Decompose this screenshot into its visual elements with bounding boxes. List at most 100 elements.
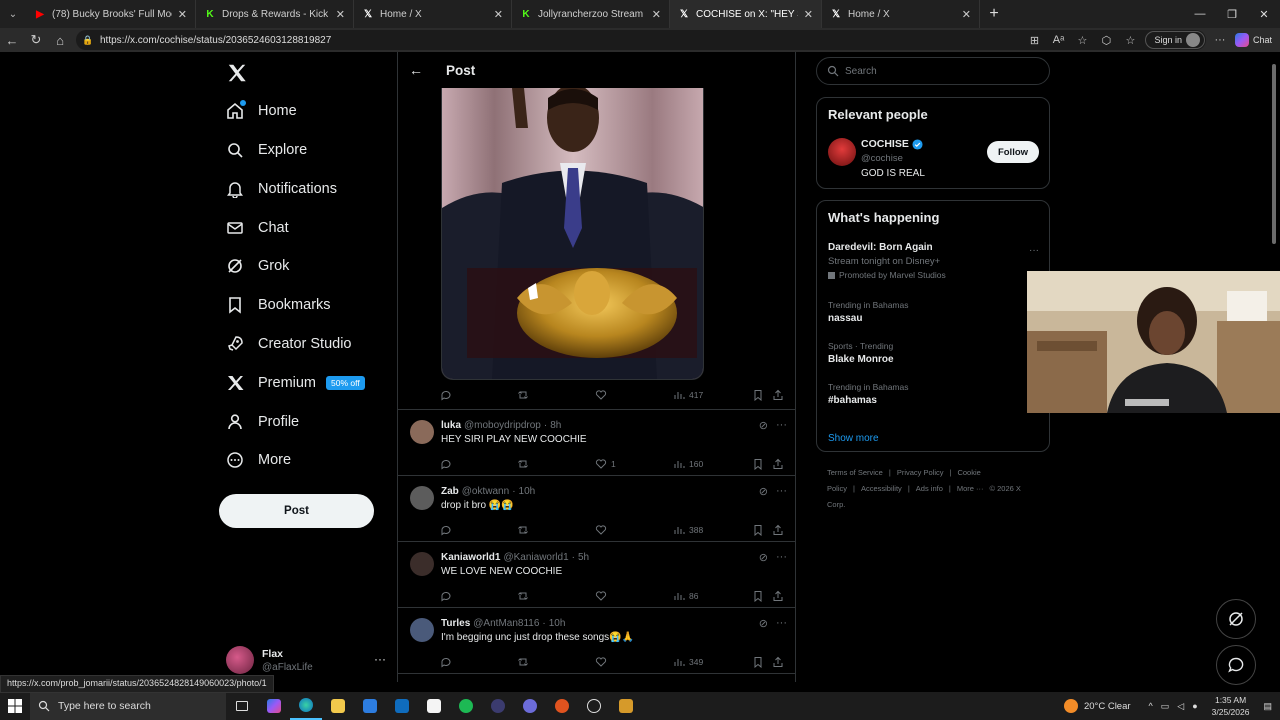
more-dots-icon[interactable]: ··· (776, 617, 787, 630)
footer-link[interactable]: Accessibility (861, 484, 902, 493)
browser-tab[interactable]: K Drops & Rewards - Kick Dashboard ✕ (196, 0, 354, 28)
avatar[interactable] (410, 420, 434, 444)
streaming-app-icon[interactable] (546, 692, 578, 720)
taskbar-search-input[interactable]: Type here to search (30, 692, 226, 720)
person-name[interactable]: COCHISE (861, 138, 923, 150)
grok-icon[interactable]: ⊘ (759, 485, 768, 498)
close-tab-icon[interactable]: ✕ (652, 8, 661, 21)
follow-button[interactable]: Follow (987, 141, 1039, 163)
edge-browser-icon[interactable] (290, 692, 322, 720)
file-explorer-icon[interactable] (322, 692, 354, 720)
nav-item-profile[interactable]: Profile (226, 407, 299, 437)
bookmark-button[interactable] (752, 656, 768, 668)
close-tab-icon[interactable]: ✕ (962, 8, 971, 21)
refresh-icon[interactable]: ↻ (24, 28, 48, 52)
footer-link[interactable]: Ads info (916, 484, 943, 493)
reply-author-name[interactable]: Zab (441, 486, 459, 497)
messages-floating-button[interactable] (1216, 645, 1256, 685)
reply-button[interactable] (440, 458, 456, 470)
like-button[interactable]: 1 (595, 458, 616, 470)
more-dots-icon[interactable]: ··· (776, 419, 787, 432)
more-dots-icon[interactable]: ··· (776, 485, 787, 498)
repost-button[interactable] (517, 524, 533, 536)
network-icon[interactable]: ▭ (1161, 701, 1170, 712)
repost-button[interactable] (517, 590, 533, 602)
post-media-image[interactable] (441, 88, 704, 380)
nav-item-notifications[interactable]: Notifications (226, 174, 337, 204)
share-button[interactable] (772, 458, 788, 470)
reply-author-name[interactable]: Kaniaworld1 (441, 552, 500, 563)
footer-link[interactable]: More ··· (957, 484, 984, 493)
show-more-link[interactable]: Show more (828, 433, 879, 444)
like-icon[interactable] (595, 389, 611, 401)
account-switcher[interactable]: Flax @aFlaxLife ··· (226, 642, 386, 678)
favorites-icon[interactable]: ☆ (1121, 31, 1139, 49)
bookmark-button[interactable] (752, 458, 768, 470)
close-tab-icon[interactable]: ✕ (494, 8, 503, 21)
notifications-icon[interactable]: ▤ (1263, 701, 1272, 712)
avatar[interactable] (410, 552, 434, 576)
discord-icon[interactable] (514, 692, 546, 720)
weather-widget[interactable]: 20°C Clear (1063, 699, 1131, 713)
task-view-icon[interactable] (226, 692, 258, 720)
nav-item-grok[interactable]: Grok (226, 251, 289, 281)
favorite-star-icon[interactable]: ☆ (1073, 31, 1091, 49)
close-tab-icon[interactable]: ✕ (804, 8, 813, 21)
reply-time[interactable]: 8h (550, 420, 561, 431)
reply-button[interactable] (440, 656, 456, 668)
reply-time[interactable]: 5h (578, 552, 589, 563)
views-stat[interactable]: 417 (673, 389, 703, 401)
scrollbar-thumb[interactable] (1272, 64, 1276, 244)
browser-tab[interactable]: 𝕏 COCHISE on X: "HEY SIRI PLAY NE ✕ (670, 0, 822, 28)
bookmark-button[interactable] (752, 590, 768, 602)
grok-floating-button[interactable] (1216, 599, 1256, 639)
share-button[interactable] (772, 590, 788, 602)
trend-item[interactable]: Sports · Trending Blake Monroe (828, 341, 894, 365)
restore-button[interactable]: ❐ (1216, 0, 1248, 28)
footer-link[interactable]: Privacy Policy (897, 468, 944, 477)
store-icon[interactable] (354, 692, 386, 720)
like-button[interactable] (595, 656, 611, 668)
reply-button[interactable] (440, 524, 456, 536)
reply-post[interactable]: luka @moboydripdrop · 8h HEY SIRI PLAY NEW C… (398, 410, 795, 476)
copilot-chat-button[interactable]: Chat (1234, 33, 1272, 47)
browser-tab[interactable]: 𝕏 Home / X ✕ (354, 0, 512, 28)
minimize-button[interactable]: — (1184, 0, 1216, 28)
nav-item-home[interactable]: Home (226, 96, 297, 126)
reply-post[interactable]: Viktor@Viktxr·10h⊘··· (398, 674, 795, 682)
search-input[interactable]: Search (816, 57, 1050, 85)
grok-icon[interactable]: ⊘ (759, 419, 768, 432)
share-button[interactable] (772, 524, 788, 536)
reply-post[interactable]: Turles @AntMan8116 · 10h I'm begging unc jus… (398, 608, 795, 674)
views-stat[interactable]: 86 (673, 590, 698, 602)
browser-tab[interactable]: K Jollyrancherzoo Stream - Watch Li ✕ (512, 0, 670, 28)
nav-item-explore[interactable]: Explore (226, 135, 307, 165)
spotify-icon[interactable] (450, 692, 482, 720)
reply-author-name[interactable]: Turles (441, 618, 470, 629)
back-arrow-icon[interactable]: ← (398, 62, 434, 78)
home-browser-icon[interactable]: ⌂ (48, 28, 72, 52)
reply-button[interactable] (440, 590, 456, 602)
read-aloud-icon[interactable]: Aᵃ (1049, 31, 1067, 49)
reply-author-name[interactable]: luka (441, 420, 461, 431)
grok-icon[interactable]: ⊘ (759, 617, 768, 630)
sign-in-button[interactable]: Sign in (1145, 31, 1205, 49)
reply-post[interactable]: Kaniaworld1 @Kaniaworld1 · 5h WE LOVE NEW CO… (398, 542, 795, 608)
reply-time[interactable]: 10h (549, 618, 566, 629)
nav-item-premium[interactable]: Premium 50% off (226, 368, 365, 398)
game-launcher-icon[interactable] (610, 692, 642, 720)
back-icon[interactable]: ← (0, 28, 24, 52)
reply-icon[interactable] (440, 389, 456, 401)
bookmark-icon[interactable] (752, 389, 768, 401)
nav-item-creator-studio[interactable]: Creator Studio (226, 329, 352, 359)
browser-tab[interactable]: 𝕏 Home / X ✕ (822, 0, 980, 28)
like-button[interactable] (595, 590, 611, 602)
views-stat[interactable]: 388 (673, 524, 703, 536)
volume-icon[interactable]: ◁ (1177, 701, 1184, 712)
close-window-button[interactable]: ✕ (1248, 0, 1280, 28)
views-stat[interactable]: 349 (673, 656, 703, 668)
extensions-icon[interactable]: ⬡ (1097, 31, 1115, 49)
close-tab-icon[interactable]: ✕ (178, 8, 187, 21)
more-dots-icon[interactable]: ··· (776, 551, 787, 564)
x-logo-icon[interactable] (226, 62, 248, 84)
